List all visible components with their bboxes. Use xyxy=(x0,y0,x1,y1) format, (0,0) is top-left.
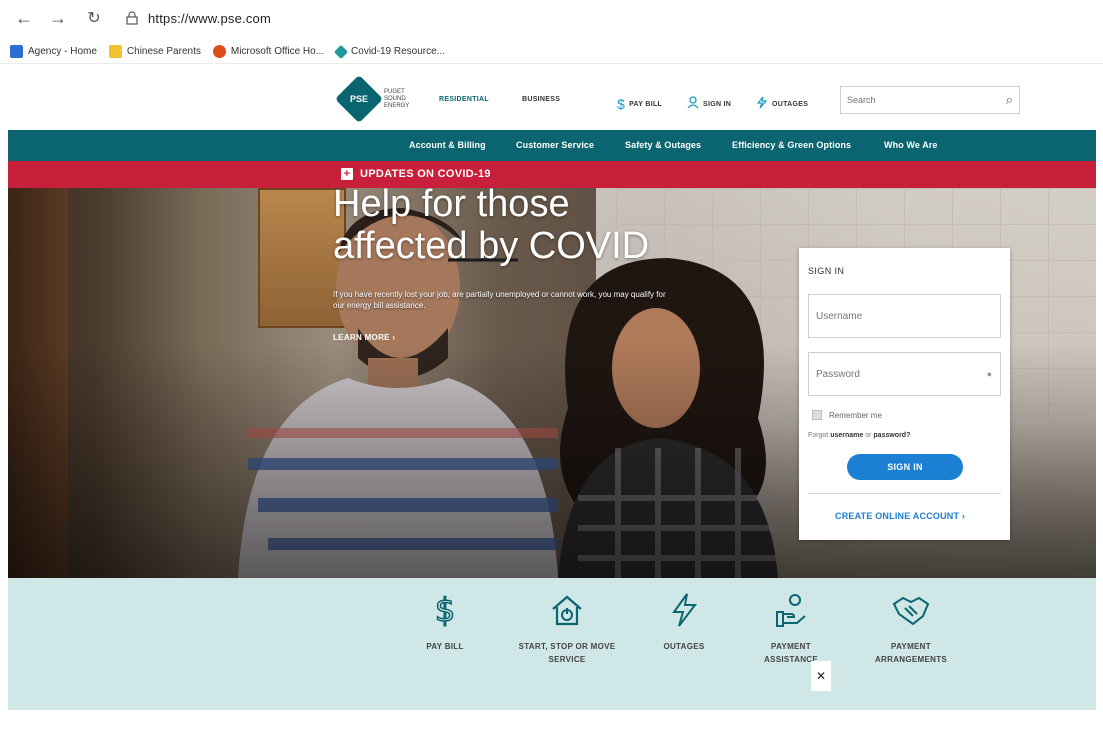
search-box: ⌕ xyxy=(840,86,1020,114)
learn-more-label: LEARN MORE xyxy=(333,333,390,342)
quick-label: START, STOP OR MOVE SERVICE xyxy=(518,642,616,664)
search-input[interactable] xyxy=(847,95,987,105)
tab-residential[interactable]: RESIDENTIAL xyxy=(439,96,489,103)
person-icon xyxy=(687,96,699,112)
forgot-or: or xyxy=(865,432,872,439)
forward-arrow-icon[interactable]: → xyxy=(44,4,72,32)
folder-icon xyxy=(108,45,122,58)
hero-subtitle: If you have recently lost your job, are … xyxy=(333,290,666,310)
quick-start-stop-move[interactable]: START, STOP OR MOVE SERVICE xyxy=(512,590,622,666)
house-power-icon xyxy=(512,590,622,630)
search-icon[interactable]: ⌕ xyxy=(1006,92,1013,108)
back-arrow-icon[interactable]: ← xyxy=(10,4,38,32)
bookmark-microsoft-office[interactable]: Microsoft Office Ho... xyxy=(212,45,325,58)
handshake-icon xyxy=(856,590,966,630)
lightning-icon xyxy=(756,96,768,112)
quick-links: $ PAY BILL START, STOP OR MOVE SERVICE O… xyxy=(8,578,1096,710)
nav-account-billing[interactable]: Account & Billing xyxy=(409,140,486,150)
reload-icon[interactable]: ↻ xyxy=(80,4,108,32)
quick-label: PAY BILL xyxy=(426,642,464,651)
forgot-password-link[interactable]: password? xyxy=(873,432,910,439)
bookmark-chinese-parents[interactable]: Chinese Parents xyxy=(108,45,201,58)
chevron-right-icon: › xyxy=(961,511,966,521)
create-account-label: CREATE ONLINE ACCOUNT xyxy=(835,511,960,521)
learn-more-link[interactable]: LEARN MORE › xyxy=(333,333,395,342)
close-icon[interactable]: ✕ xyxy=(811,661,831,691)
sign-in-link[interactable]: SIGN IN xyxy=(687,96,731,112)
bookmark-covid-resource[interactable]: Covid-19 Resource... xyxy=(333,44,445,59)
logo-wordmark: PUGET SOUND ENERGY xyxy=(384,88,410,109)
office-icon xyxy=(212,45,226,58)
bookmark-label: Chinese Parents xyxy=(126,46,201,57)
sign-in-panel: SIGN IN ● Remember me Forgot username or… xyxy=(799,248,1010,540)
outages-label: OUTAGES xyxy=(772,100,809,108)
forgot-prefix: Forgot xyxy=(808,432,829,439)
lightning-icon xyxy=(629,590,739,630)
sign-in-label: SIGN IN xyxy=(703,100,732,108)
pse-logo[interactable]: PSE PUGET SOUND ENERGY xyxy=(334,74,420,124)
plus-icon: + xyxy=(341,168,353,180)
bookmark-label: Agency - Home xyxy=(28,46,97,57)
browser-window: ← → ↻ https://www.pse.com Agency - Home … xyxy=(0,0,1103,739)
remember-me-label: Remember me xyxy=(829,410,882,420)
tab-business[interactable]: BUSINESS xyxy=(522,96,560,103)
divider xyxy=(808,493,1001,494)
quick-pay-bill[interactable]: $ PAY BILL xyxy=(390,590,500,653)
bookmarks-bar: Agency - Home Chinese Parents Microsoft … xyxy=(0,40,1103,64)
quick-payment-arrangements[interactable]: PAYMENT ARRANGEMENTS xyxy=(856,590,966,666)
covid-updates-link[interactable]: + UPDATES ON COVID-19 xyxy=(341,168,491,180)
bookmark-agency-home[interactable]: Agency - Home xyxy=(10,45,97,58)
chevron-right-icon: › xyxy=(392,333,396,342)
forgot-credentials: Forgot username or password? xyxy=(808,432,910,439)
lock-icon xyxy=(124,10,140,26)
url-text[interactable]: https://www.pse.com xyxy=(148,11,271,26)
nav-customer-service[interactable]: Customer Service xyxy=(516,140,594,150)
pse-logo-mark: PSE xyxy=(334,74,384,124)
create-account-link[interactable]: CREATE ONLINE ACCOUNT › xyxy=(835,511,965,521)
dollar-icon: $ xyxy=(617,96,626,112)
bookmark-label: Microsoft Office Ho... xyxy=(230,46,325,57)
pse-diamond-icon xyxy=(333,44,349,59)
sign-in-button[interactable]: SIGN IN xyxy=(847,454,963,480)
bookmark-page-icon xyxy=(10,45,23,58)
nav-efficiency-green[interactable]: Efficiency & Green Options xyxy=(732,140,851,150)
password-input[interactable] xyxy=(816,368,976,380)
remember-me[interactable]: Remember me xyxy=(812,410,882,420)
dollar-icon: $ xyxy=(390,590,500,630)
site-header: PSE PUGET SOUND ENERGY RESIDENTIAL BUSIN… xyxy=(8,74,1096,132)
outages-link[interactable]: OUTAGES xyxy=(756,96,808,112)
quick-label: OUTAGES xyxy=(663,642,705,651)
show-password-icon[interactable]: ● xyxy=(987,369,992,379)
address-bar: ← → ↻ https://www.pse.com xyxy=(0,0,1103,36)
remember-me-checkbox[interactable] xyxy=(812,410,822,420)
bookmark-label: Covid-19 Resource... xyxy=(351,46,445,57)
username-input[interactable] xyxy=(816,310,976,322)
username-field xyxy=(808,294,1001,338)
nav-safety-outages[interactable]: Safety & Outages xyxy=(625,140,701,150)
sign-in-heading: SIGN IN xyxy=(808,266,845,276)
covid-banner-label: UPDATES ON COVID-19 xyxy=(360,168,491,180)
quick-label: PAYMENT ARRANGEMENTS xyxy=(874,642,948,664)
hero-title: Help for those affected by COVID xyxy=(333,183,650,267)
svg-text:$: $ xyxy=(435,591,455,629)
hand-coin-icon xyxy=(736,590,846,630)
password-field: ● xyxy=(808,352,1001,396)
pay-bill-label: PAY BILL xyxy=(629,100,663,108)
forgot-username-link[interactable]: username xyxy=(830,432,863,439)
quick-payment-assistance[interactable]: PAYMENT ASSISTANCE xyxy=(736,590,846,666)
main-nav: Account & Billing Customer Service Safet… xyxy=(8,130,1096,161)
logo-initials: PSE xyxy=(349,93,369,104)
pay-bill-link[interactable]: $ PAY BILL xyxy=(617,96,662,112)
quick-outages[interactable]: OUTAGES xyxy=(629,590,739,653)
nav-who-we-are[interactable]: Who We Are xyxy=(884,140,938,150)
